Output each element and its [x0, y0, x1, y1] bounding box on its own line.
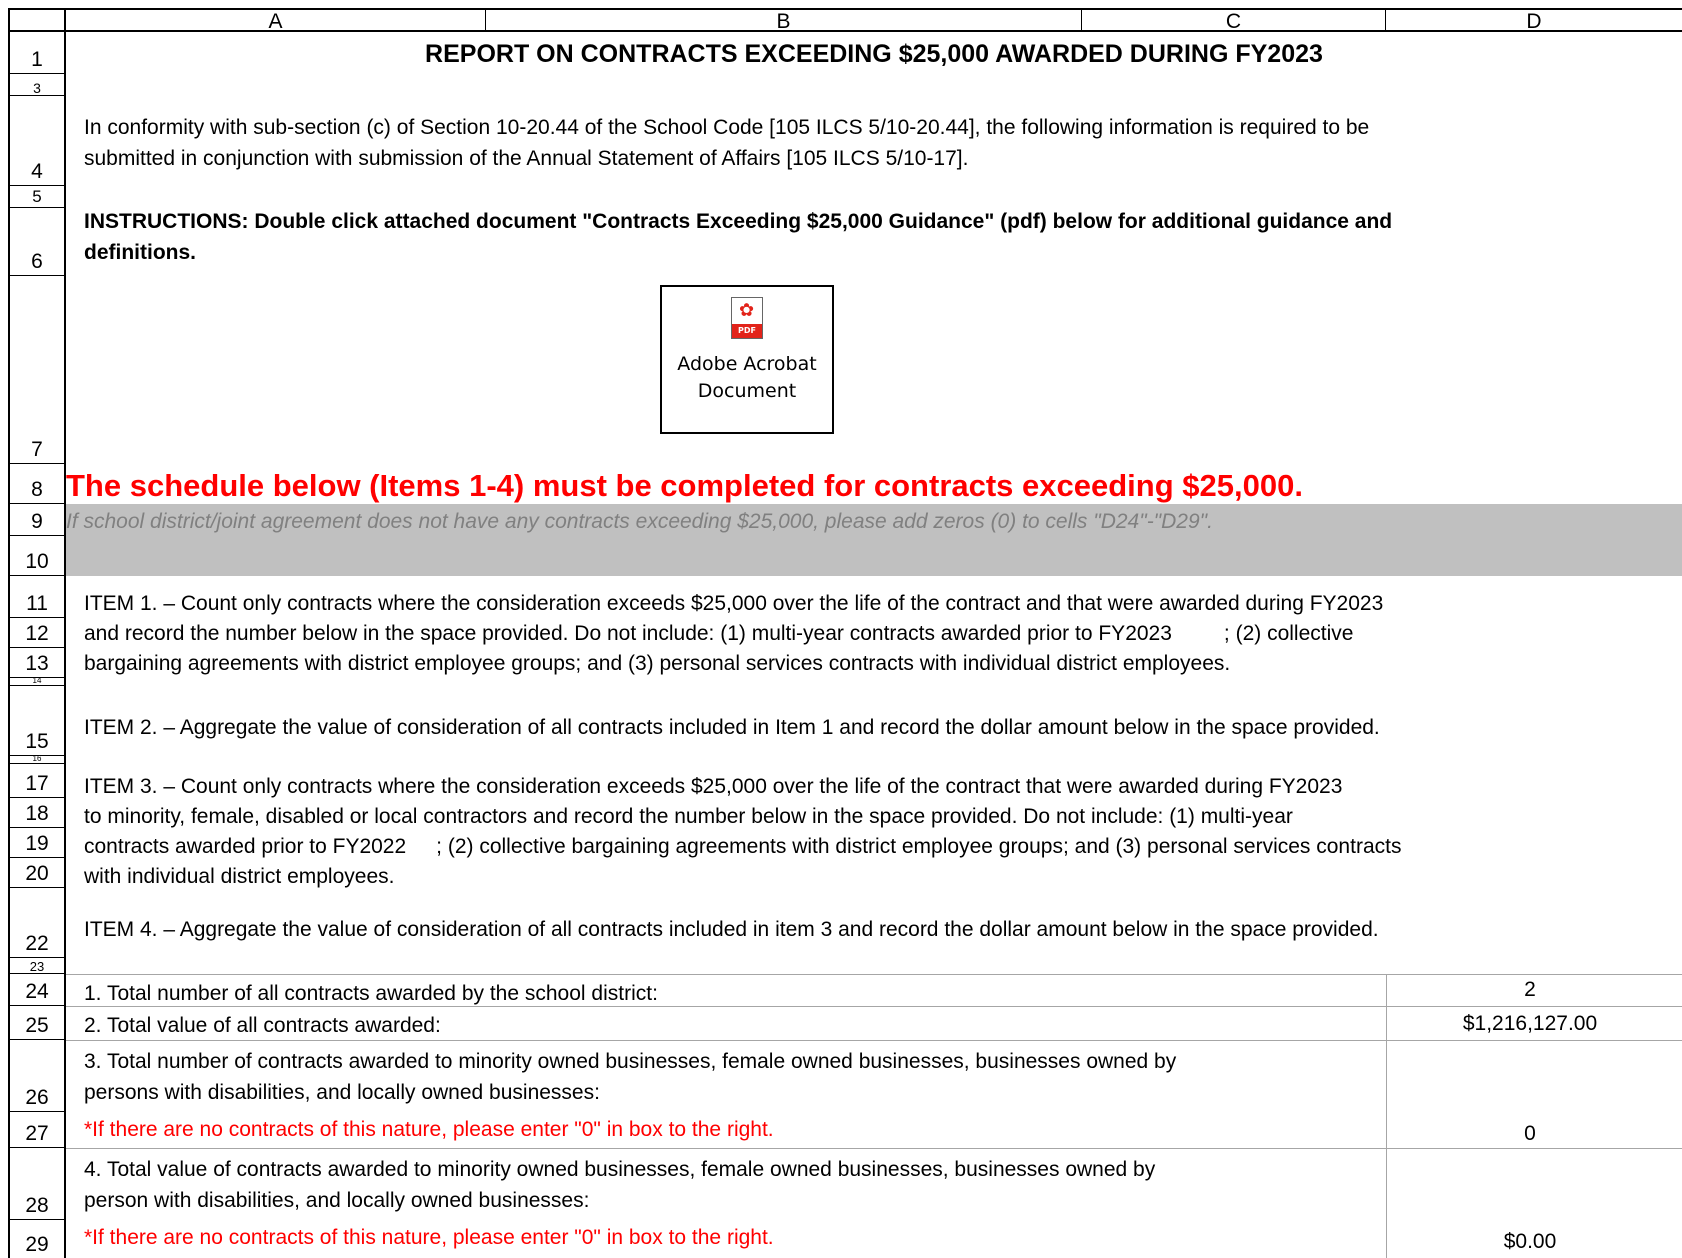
instructions-line-2: definitions. [84, 241, 196, 264]
item-3-line-3a: contracts awarded prior to FY2022 [84, 835, 407, 858]
row-header-18[interactable]: 18 [8, 798, 66, 828]
summary-row-29-note: *If there are no contracts of this natur… [84, 1226, 774, 1249]
item-1-line-2a: and record the number below in the space… [84, 622, 1172, 645]
spreadsheet: A B C D 1 3 4 5 6 7 8 9 10 11 12 13 14 1… [0, 0, 1682, 1258]
row-header-14[interactable]: 14 [8, 678, 66, 686]
intro-line-1: In conformity with sub-section (c) of Se… [84, 116, 1370, 139]
summary-row-24-label: 1. Total number of all contracts awarded… [84, 982, 658, 1005]
item-2-text: ITEM 2. – Aggregate the value of conside… [84, 716, 1380, 739]
cell-d27[interactable]: 0 [1388, 1122, 1672, 1146]
summary-row-26-line-1: 3. Total number of contracts awarded to … [84, 1050, 1177, 1073]
column-header-c[interactable]: C [1082, 8, 1386, 33]
summary-row-27-note: *If there are no contracts of this natur… [84, 1118, 774, 1141]
row-header-15[interactable]: 15 [8, 686, 66, 756]
item-3-line-3b: ; (2) collective bargaining agreements w… [436, 835, 1402, 858]
row-header-16[interactable]: 16 [8, 756, 66, 764]
column-header-a[interactable]: A [66, 8, 486, 33]
row-header-20[interactable]: 20 [8, 858, 66, 888]
pdf-object-label-line-2: Document [697, 380, 797, 402]
row-header-27[interactable]: 27 [8, 1112, 66, 1148]
summary-row-28-line-2: person with disabilities, and locally ow… [84, 1189, 590, 1212]
row-header-1[interactable]: 1 [8, 32, 66, 74]
summary-row-26-line-2: persons with disabilities, and locally o… [84, 1081, 600, 1104]
item-1-line-3: bargaining agreements with district empl… [84, 652, 1231, 675]
pdf-object-label: Adobe Acrobat Document [662, 351, 832, 405]
item-1-line-2: and record the number below in the space… [84, 619, 1674, 649]
cell-d24[interactable]: 2 [1388, 978, 1672, 1002]
zero-notice: If school district/joint agreement does … [66, 510, 1213, 533]
item-4-text: ITEM 4. – Aggregate the value of conside… [84, 918, 1379, 941]
item-3-line-3: contracts awarded prior to FY2022 ; (2) c… [84, 832, 1674, 862]
summary-row-25-label: 2. Total value of all contracts awarded: [84, 1014, 441, 1037]
item-3-line-1: ITEM 3. – Count only contracts where the… [84, 775, 1343, 798]
item-1-line-1: ITEM 1. – Count only contracts where the… [84, 592, 1384, 615]
intro-line-2: submitted in conjunction with submission… [84, 147, 969, 170]
row-header-22[interactable]: 22 [8, 888, 66, 958]
row-header-24[interactable]: 24 [8, 974, 66, 1006]
column-header-b[interactable]: B [486, 8, 1082, 33]
cell-d29[interactable]: $0.00 [1388, 1230, 1672, 1254]
row-header-7[interactable]: 7 [8, 276, 66, 464]
item-3-line-4: with individual district employees. [84, 865, 395, 888]
item-1-text: ITEM 1. – Count only contracts where the… [84, 589, 1674, 679]
pdf-object-label-line-1: Adobe Acrobat [677, 353, 817, 375]
row-header-25[interactable]: 25 [8, 1006, 66, 1040]
row-header-8[interactable]: 8 [8, 464, 66, 504]
column-header-d[interactable]: D [1386, 8, 1682, 33]
row-header-6[interactable]: 6 [8, 208, 66, 276]
row-header-10[interactable]: 10 [8, 536, 66, 576]
summary-grid-divider [1386, 974, 1387, 1258]
row-header-19[interactable]: 19 [8, 828, 66, 858]
row-header-29[interactable]: 29 [8, 1220, 66, 1258]
row-header-13[interactable]: 13 [8, 648, 66, 678]
row-header-28[interactable]: 28 [8, 1148, 66, 1220]
item-3-text: ITEM 3. – Count only contracts where the… [84, 772, 1674, 892]
row-header-11[interactable]: 11 [8, 576, 66, 618]
item-1-line-2b: ; (2) collective [1223, 622, 1354, 645]
summary-grid-line [66, 974, 1682, 975]
instructions-line-1: INSTRUCTIONS: Double click attached docu… [84, 210, 1393, 233]
pdf-badge: PDF [732, 324, 762, 338]
summary-row-26-label: 3. Total number of contracts awarded to … [84, 1046, 1374, 1108]
row-header-12[interactable]: 12 [8, 618, 66, 648]
row-header-17[interactable]: 17 [8, 764, 66, 798]
instructions-text: INSTRUCTIONS: Double click attached docu… [84, 206, 1674, 268]
row-header-9[interactable]: 9 [8, 504, 66, 536]
summary-row-28-label: 4. Total value of contracts awarded to m… [84, 1154, 1374, 1216]
row-header-26[interactable]: 26 [8, 1040, 66, 1112]
summary-grid-line [66, 1148, 1682, 1149]
embedded-pdf-object[interactable]: ✿ PDF Adobe Acrobat Document [660, 285, 834, 434]
row-header-5[interactable]: 5 [8, 186, 66, 208]
row-header-3[interactable]: 3 [8, 74, 66, 96]
schedule-notice: The schedule below (Items 1-4) must be c… [66, 468, 1303, 503]
cell-d25[interactable]: $1,216,127.00 [1388, 1012, 1672, 1036]
report-title: REPORT ON CONTRACTS EXCEEDING $25,000 AW… [425, 40, 1323, 68]
summary-row-28-line-1: 4. Total value of contracts awarded to m… [84, 1158, 1156, 1181]
item-3-line-2: to minority, female, disabled or local c… [84, 805, 1293, 828]
intro-text: In conformity with sub-section (c) of Se… [84, 112, 1674, 174]
row-header-4[interactable]: 4 [8, 96, 66, 186]
pdf-icon: ✿ PDF [731, 297, 763, 339]
row-header-23[interactable]: 23 [8, 958, 66, 974]
